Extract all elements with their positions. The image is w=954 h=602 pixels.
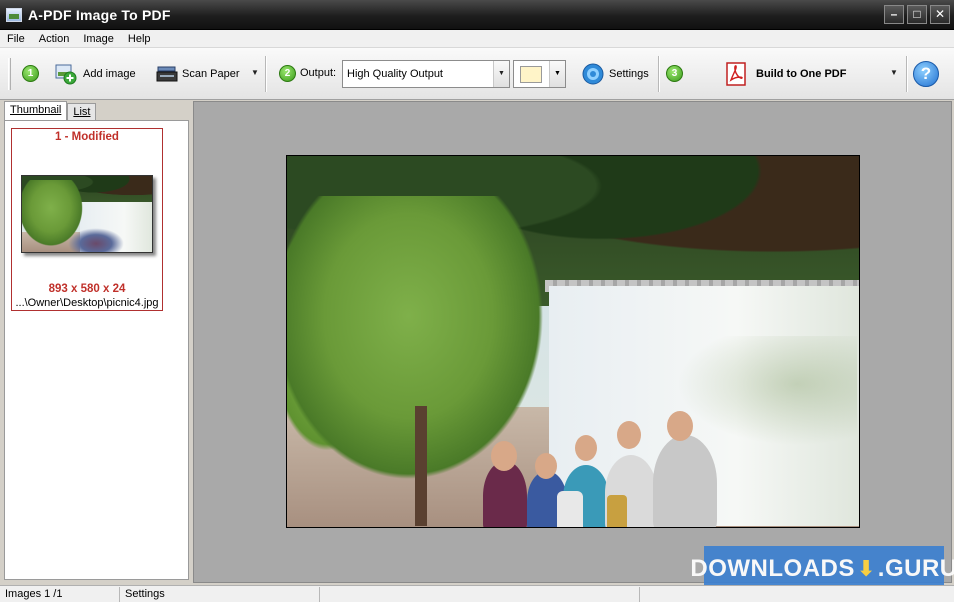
maximize-button[interactable]: □: [907, 5, 927, 24]
output-value: High Quality Output: [347, 68, 443, 80]
menu-help[interactable]: Help: [121, 33, 158, 45]
output-select[interactable]: High Quality Output ▼: [342, 60, 510, 88]
toolbar: 1 Add image Scan Paper ▼ 2 Output: High …: [0, 48, 954, 100]
window-controls: – □ ✕: [884, 5, 950, 24]
scan-paper-label: Scan Paper: [182, 68, 240, 80]
tab-list[interactable]: List: [67, 103, 97, 121]
preview-photo: [286, 155, 860, 528]
watermark-right-text: .GURU: [877, 554, 954, 582]
thumbnail-title: 1 - Modified: [55, 131, 119, 143]
close-button[interactable]: ✕: [930, 5, 950, 24]
minimize-button[interactable]: –: [884, 5, 904, 24]
tab-thumbnail[interactable]: Thumbnail: [4, 101, 68, 121]
step-2-icon: 2: [279, 65, 296, 82]
title-bar: A-PDF Image To PDF – □ ✕: [0, 0, 954, 30]
settings-label: Settings: [609, 68, 649, 80]
add-image-button[interactable]: Add image: [55, 62, 136, 86]
output-dropdown-arrow-icon[interactable]: ▼: [493, 61, 509, 87]
settings-gear-icon: [582, 63, 604, 85]
toolbar-separator: [265, 56, 267, 92]
status-empty-cell: [320, 587, 640, 602]
step-3-icon: 3: [666, 65, 683, 82]
preview-area: [193, 101, 952, 583]
watermark-left-text: DOWNLOADS: [690, 554, 855, 582]
thumbnail-path: ...\Owner\Desktop\picnic4.jpg: [15, 297, 159, 309]
status-images-count: Images 1 /1: [0, 587, 120, 602]
step-1-icon: 1: [22, 65, 39, 82]
status-settings: Settings: [120, 587, 320, 602]
thumbnail-dimensions: 893 x 580 x 24: [48, 283, 126, 295]
scan-paper-button[interactable]: Scan Paper: [156, 62, 239, 86]
thumbnail-image: [21, 175, 153, 253]
add-image-label: Add image: [83, 68, 136, 80]
color-dropdown-arrow-icon[interactable]: ▼: [549, 61, 565, 87]
add-image-icon: [55, 64, 77, 85]
scan-dropdown-arrow-icon[interactable]: ▼: [251, 68, 259, 77]
build-pdf-label: Build to One PDF: [756, 68, 847, 80]
status-bar: Images 1 /1 Settings: [0, 585, 954, 602]
build-pdf-button[interactable]: Build to One PDF: [725, 61, 846, 87]
settings-button[interactable]: Settings: [581, 61, 649, 87]
help-icon[interactable]: ?: [913, 61, 939, 87]
menu-bar: File Action Image Help: [0, 30, 954, 48]
toolbar-separator: [658, 56, 660, 92]
color-swatch: [520, 66, 542, 83]
background-color-select[interactable]: ▼: [513, 60, 566, 88]
toolbar-grip[interactable]: [8, 58, 11, 90]
thumbnail-panel: 1 - Modified 893 x 580 x 24 ...\Owner\De…: [4, 120, 189, 580]
menu-image[interactable]: Image: [76, 33, 121, 45]
output-label: Output:: [300, 67, 337, 79]
menu-file[interactable]: File: [0, 33, 32, 45]
window-title: A-PDF Image To PDF: [28, 6, 171, 23]
menu-action[interactable]: Action: [32, 33, 77, 45]
scanner-icon: [156, 66, 178, 82]
thumbnail-item[interactable]: 1 - Modified 893 x 580 x 24 ...\Owner\De…: [11, 128, 163, 311]
view-tabs: Thumbnail List: [4, 101, 97, 121]
app-icon: [6, 7, 22, 22]
build-dropdown-arrow-icon[interactable]: ▼: [890, 68, 898, 77]
toolbar-separator: [906, 56, 908, 92]
pdf-icon: [726, 62, 746, 86]
download-arrow-icon: ⬇: [856, 555, 876, 581]
